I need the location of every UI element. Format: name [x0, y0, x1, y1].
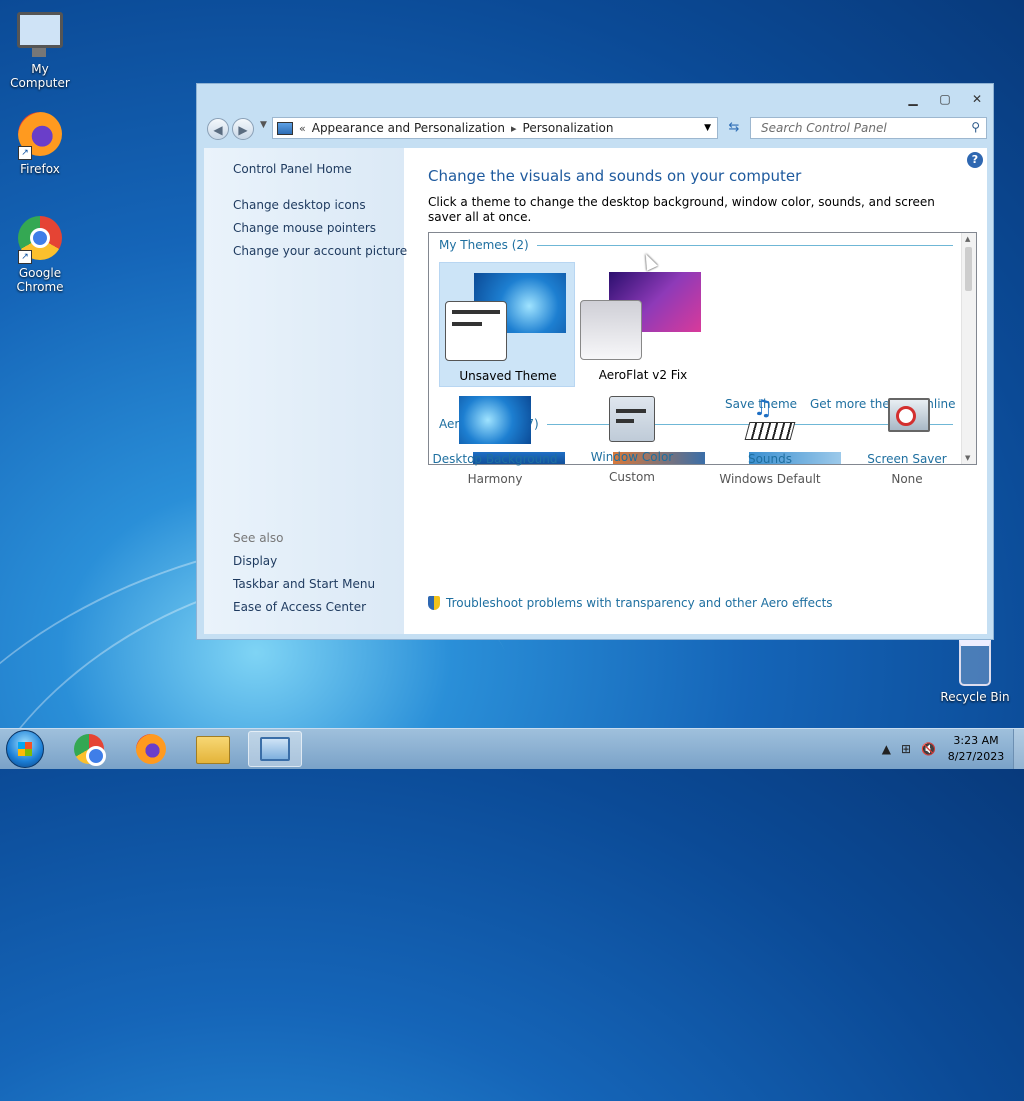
network-icon[interactable]: ⊞: [901, 742, 911, 756]
address-bar[interactable]: « Appearance and Personalization ▸ Perso…: [272, 117, 718, 139]
sidebar: Control Panel Home Change desktop icons …: [204, 148, 407, 634]
setting-screen-saver[interactable]: Screen Saver None: [837, 396, 977, 486]
desktop-icon-my-computer[interactable]: My Computer: [0, 8, 80, 90]
refresh-button[interactable]: ⇆: [722, 117, 746, 139]
see-also-label: See also: [233, 531, 284, 545]
search-placeholder: Search Control Panel: [761, 121, 887, 135]
minimize-button[interactable]: ▁: [905, 92, 921, 106]
control-panel-icon: [260, 737, 290, 761]
theme-name: AeroFlat v2 Fix: [598, 368, 688, 382]
see-also-display[interactable]: Display: [233, 554, 277, 568]
setting-window-color[interactable]: Window Color Custom: [562, 396, 702, 484]
recent-pages-dropdown[interactable]: ▼: [260, 120, 267, 130]
clock-time: 3:23 AM: [953, 734, 999, 747]
show-desktop-button[interactable]: [1013, 729, 1024, 769]
volume-muted-icon[interactable]: 🔇: [921, 742, 936, 756]
history-marker: «: [299, 121, 306, 135]
see-also-ease-of-access[interactable]: Ease of Access Center: [233, 600, 366, 614]
window-color-icon: [609, 396, 655, 442]
setting-label: Window Color: [590, 450, 674, 464]
theme-unsaved[interactable]: Unsaved Theme: [439, 262, 575, 387]
address-dropdown-icon[interactable]: ▼: [704, 123, 711, 133]
desktop-icon-google-chrome[interactable]: ↗ Google Chrome: [0, 214, 80, 294]
folder-icon: [196, 736, 230, 764]
taskbar: ▲ ⊞ 🔇 3:23 AM 8/27/2023: [0, 728, 1024, 769]
troubleshoot-link[interactable]: Troubleshoot problems with transparency …: [428, 596, 833, 610]
window-color-preview: [580, 300, 642, 360]
setting-sounds[interactable]: ♫ Sounds Windows Default: [700, 396, 840, 486]
scrollbar-thumb[interactable]: [965, 247, 972, 291]
desktop-icon-label: Recycle Bin: [940, 690, 1010, 704]
setting-value: Custom: [609, 470, 655, 484]
desktop-icon-label: Firefox: [20, 162, 60, 176]
help-icon[interactable]: ?: [967, 152, 983, 168]
search-input[interactable]: Search Control Panel ⚲: [750, 117, 987, 139]
setting-label: Screen Saver: [867, 452, 947, 466]
see-also-taskbar[interactable]: Taskbar and Start Menu: [233, 577, 375, 591]
system-tray: ▲ ⊞ 🔇 3:23 AM 8/27/2023: [882, 729, 1024, 769]
window-content: Control Panel Home Change desktop icons …: [204, 148, 987, 634]
control-panel-icon: [277, 121, 293, 135]
computer-icon: [17, 12, 63, 57]
troubleshoot-label: Troubleshoot problems with transparency …: [446, 596, 833, 610]
navigation-bar: ◀ ▶ ▼ « Appearance and Personalization ▸…: [205, 116, 987, 142]
taskbar-explorer[interactable]: [186, 731, 240, 767]
setting-desktop-background[interactable]: Desktop Background Harmony: [425, 396, 565, 486]
sounds-icon: ♫: [744, 396, 796, 444]
sidebar-link-mouse-pointers[interactable]: Change mouse pointers: [233, 221, 376, 235]
caption-buttons: ▁ ▢ ✕: [905, 92, 985, 106]
theme-name: Unsaved Theme: [459, 369, 557, 383]
breadcrumb-personalization[interactable]: Personalization: [523, 121, 614, 135]
shortcut-arrow-icon: ↗: [18, 250, 32, 264]
shortcut-arrow-icon: ↗: [18, 146, 32, 160]
setting-value: None: [891, 472, 923, 486]
desktop-icon-firefox[interactable]: ↗ Firefox: [0, 110, 80, 176]
breadcrumb-separator-icon[interactable]: ▸: [511, 122, 517, 135]
setting-label: Desktop Background: [432, 452, 558, 466]
clock-date: 8/27/2023: [947, 750, 1005, 763]
main-panel: ? Change the visuals and sounds on your …: [404, 148, 987, 634]
clock[interactable]: 3:23 AM 8/27/2023: [946, 733, 1006, 765]
back-button[interactable]: ◀: [207, 118, 229, 140]
screen-saver-icon: [884, 396, 930, 444]
desktop-icon-label: My Computer: [10, 62, 70, 90]
page-title: Change the visuals and sounds on your co…: [428, 167, 802, 185]
sidebar-link-desktop-icons[interactable]: Change desktop icons: [233, 198, 366, 212]
taskbar-chrome[interactable]: [62, 731, 116, 767]
chrome-icon: [74, 734, 106, 766]
desktop-icon-label: Google Chrome: [16, 266, 64, 294]
setting-value: Harmony: [467, 472, 523, 486]
show-hidden-icons-icon[interactable]: ▲: [882, 742, 891, 756]
sidebar-link-control-panel-home[interactable]: Control Panel Home: [233, 162, 352, 176]
window-color-preview: [445, 301, 507, 361]
uac-shield-icon: [428, 596, 440, 610]
forward-button[interactable]: ▶: [232, 118, 254, 140]
setting-label: Sounds: [747, 452, 793, 466]
my-themes-label: My Themes (2): [439, 238, 529, 252]
personalization-window: ▁ ▢ ✕ ◀ ▶ ▼ « Appearance and Personaliza…: [196, 83, 994, 640]
desktop-icon-recycle-bin[interactable]: Recycle Bin: [935, 636, 1015, 704]
firefox-icon: [136, 734, 166, 764]
recycle-bin-icon: [959, 640, 991, 686]
page-description: Click a theme to change the desktop back…: [428, 195, 935, 224]
theme-aeroflat[interactable]: AeroFlat v2 Fix: [575, 262, 711, 387]
maximize-button[interactable]: ▢: [937, 92, 953, 106]
taskbar-firefox[interactable]: [124, 731, 178, 767]
close-button[interactable]: ✕: [969, 92, 985, 106]
my-themes-group: My Themes (2): [439, 238, 953, 252]
setting-value: Windows Default: [719, 472, 821, 486]
breadcrumb-appearance[interactable]: Appearance and Personalization: [312, 121, 505, 135]
taskbar-control-panel[interactable]: [248, 731, 302, 767]
start-button[interactable]: [6, 730, 44, 768]
desktop-background-icon: [459, 396, 531, 444]
sidebar-link-account-picture[interactable]: Change your account picture: [233, 244, 407, 258]
search-icon[interactable]: ⚲: [971, 120, 980, 134]
